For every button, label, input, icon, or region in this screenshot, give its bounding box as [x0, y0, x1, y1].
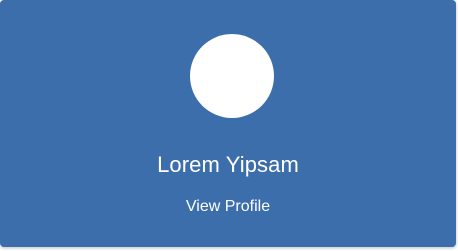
- avatar: [190, 34, 274, 118]
- profile-name: Lorem Yipsam: [157, 152, 299, 177]
- view-profile-link[interactable]: View Profile: [0, 195, 456, 219]
- profile-card: Lorem Yipsam View Profile: [0, 0, 456, 247]
